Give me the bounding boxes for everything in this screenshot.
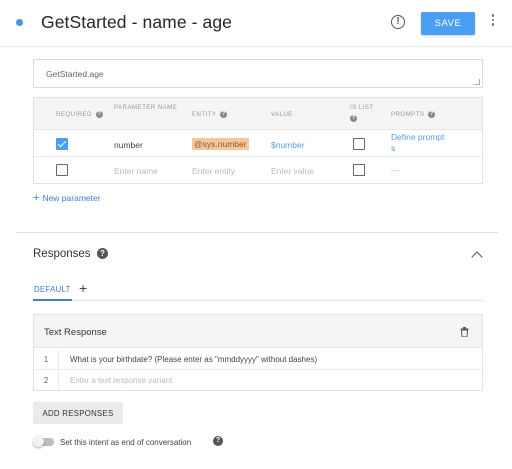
text-response-line: 1 What is your birthdate? (Please enter … <box>34 349 482 370</box>
text-response-title: Text Response <box>44 327 107 338</box>
help-icon[interactable]: ? <box>97 248 108 259</box>
prompts-empty: — <box>391 165 400 175</box>
line-number: 2 <box>34 370 59 391</box>
text-response-card: Text Response 1 What is your birthdate? … <box>33 314 483 391</box>
column-header-is-list: IS LIST <box>350 104 374 111</box>
is-list-checkbox[interactable] <box>353 138 365 150</box>
text-response-header: Text Response <box>34 315 482 348</box>
column-header-value: VALUE <box>271 111 293 118</box>
new-parameter-link[interactable]: + New parameter <box>33 192 101 204</box>
parameter-table: REQUIRED? PARAMETER NAME ENTITY? VALUE I… <box>33 97 483 184</box>
intent-title[interactable]: GetStarted - name - age <box>41 12 232 33</box>
intent-header: GetStarted - name - age ! SAVE <box>0 0 512 47</box>
help-icon: ? <box>95 111 103 118</box>
more-vert-icon[interactable] <box>490 14 496 32</box>
entity-field[interactable]: @sys.number <box>192 138 249 150</box>
parameter-value[interactable]: $number <box>271 140 305 150</box>
add-tab-icon[interactable]: + <box>79 280 87 296</box>
save-button[interactable]: SAVE <box>421 12 475 35</box>
parameter-name[interactable]: number <box>114 140 143 150</box>
add-responses-button[interactable]: ADD RESPONSES <box>33 402 123 424</box>
status-dot-icon <box>16 19 23 26</box>
required-checkbox[interactable] <box>56 164 68 176</box>
help-icon[interactable]: ? <box>350 115 357 122</box>
entity-input[interactable]: Enter entity <box>192 166 235 176</box>
column-header-required: REQUIRED? <box>56 111 103 119</box>
text-response-variant-input[interactable]: Enter a text response variant <box>70 376 172 385</box>
help-icon: ? <box>428 111 436 118</box>
trash-icon[interactable] <box>460 327 469 337</box>
line-number: 1 <box>34 349 59 370</box>
help-icon: ? <box>220 111 228 118</box>
text-response-input[interactable]: What is your birthdate? (Please enter as… <box>70 355 317 364</box>
is-list-checkbox[interactable] <box>353 164 365 176</box>
end-conversation-toggle[interactable] <box>33 436 55 447</box>
tab-default[interactable]: DEFAULT <box>33 285 72 301</box>
help-icon[interactable]: ? <box>213 436 223 446</box>
section-divider <box>16 232 498 233</box>
response-tabs: DEFAULT + <box>33 280 483 301</box>
column-header-parameter-name: PARAMETER NAME <box>114 104 178 111</box>
action-name-input[interactable]: GetStarted.age <box>33 59 483 88</box>
parameter-table-header: REQUIRED? PARAMETER NAME ENTITY? VALUE I… <box>34 98 482 130</box>
end-conversation-label: Set this intent as end of conversation <box>60 438 192 447</box>
parameter-row: number @sys.number $number Define prompt… <box>34 130 482 157</box>
responses-title: Responses <box>33 248 91 260</box>
required-checkbox[interactable] <box>56 138 68 150</box>
info-icon[interactable]: ! <box>391 15 405 29</box>
text-response-line: 2 Enter a text response variant <box>34 370 482 391</box>
chevron-up-icon[interactable] <box>471 251 483 263</box>
define-prompts-link[interactable]: Define prompt s <box>391 132 451 154</box>
value-input[interactable]: Enter value <box>271 166 314 176</box>
column-header-prompts: PROMPTS? <box>391 111 436 119</box>
plus-icon: + <box>33 192 40 204</box>
action-name-value: GetStarted.age <box>46 69 104 79</box>
parameter-name-input[interactable]: Enter name <box>114 166 158 176</box>
parameter-row-empty: Enter name Enter entity Enter value — <box>34 157 482 184</box>
column-header-entity: ENTITY? <box>192 111 228 119</box>
resize-handle-icon[interactable] <box>474 79 480 85</box>
toggle-knob <box>33 436 44 447</box>
entity-tag: @sys.number <box>192 138 249 150</box>
